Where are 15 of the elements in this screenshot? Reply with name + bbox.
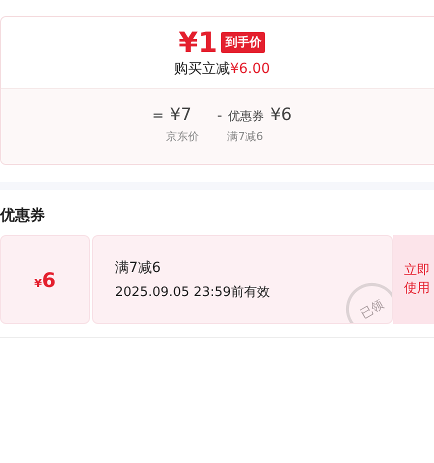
price-amount: ¥7 bbox=[170, 105, 192, 125]
saving-amount: ¥6.00 bbox=[230, 60, 270, 76]
price-caption: 满7减6 bbox=[227, 129, 264, 144]
coupon-label: 优惠券 bbox=[228, 108, 264, 125]
use-now-button[interactable]: 立即使用 bbox=[393, 235, 434, 324]
operator-sign: - bbox=[217, 108, 222, 124]
coupon-validity: 2025.09.05 23:59前有效 bbox=[115, 284, 272, 300]
price-caption: 京东价 bbox=[166, 129, 200, 144]
price-badge: 到手价 bbox=[221, 32, 266, 53]
coupon-condition: 满7减6 bbox=[115, 258, 162, 276]
final-price: ¥1 bbox=[178, 28, 218, 58]
coupon-amount: ¥6 bbox=[34, 268, 56, 292]
price-amount: ¥6 bbox=[270, 105, 292, 125]
operator-sign: = bbox=[152, 108, 164, 124]
saving-label: 购买立减 bbox=[174, 60, 230, 76]
